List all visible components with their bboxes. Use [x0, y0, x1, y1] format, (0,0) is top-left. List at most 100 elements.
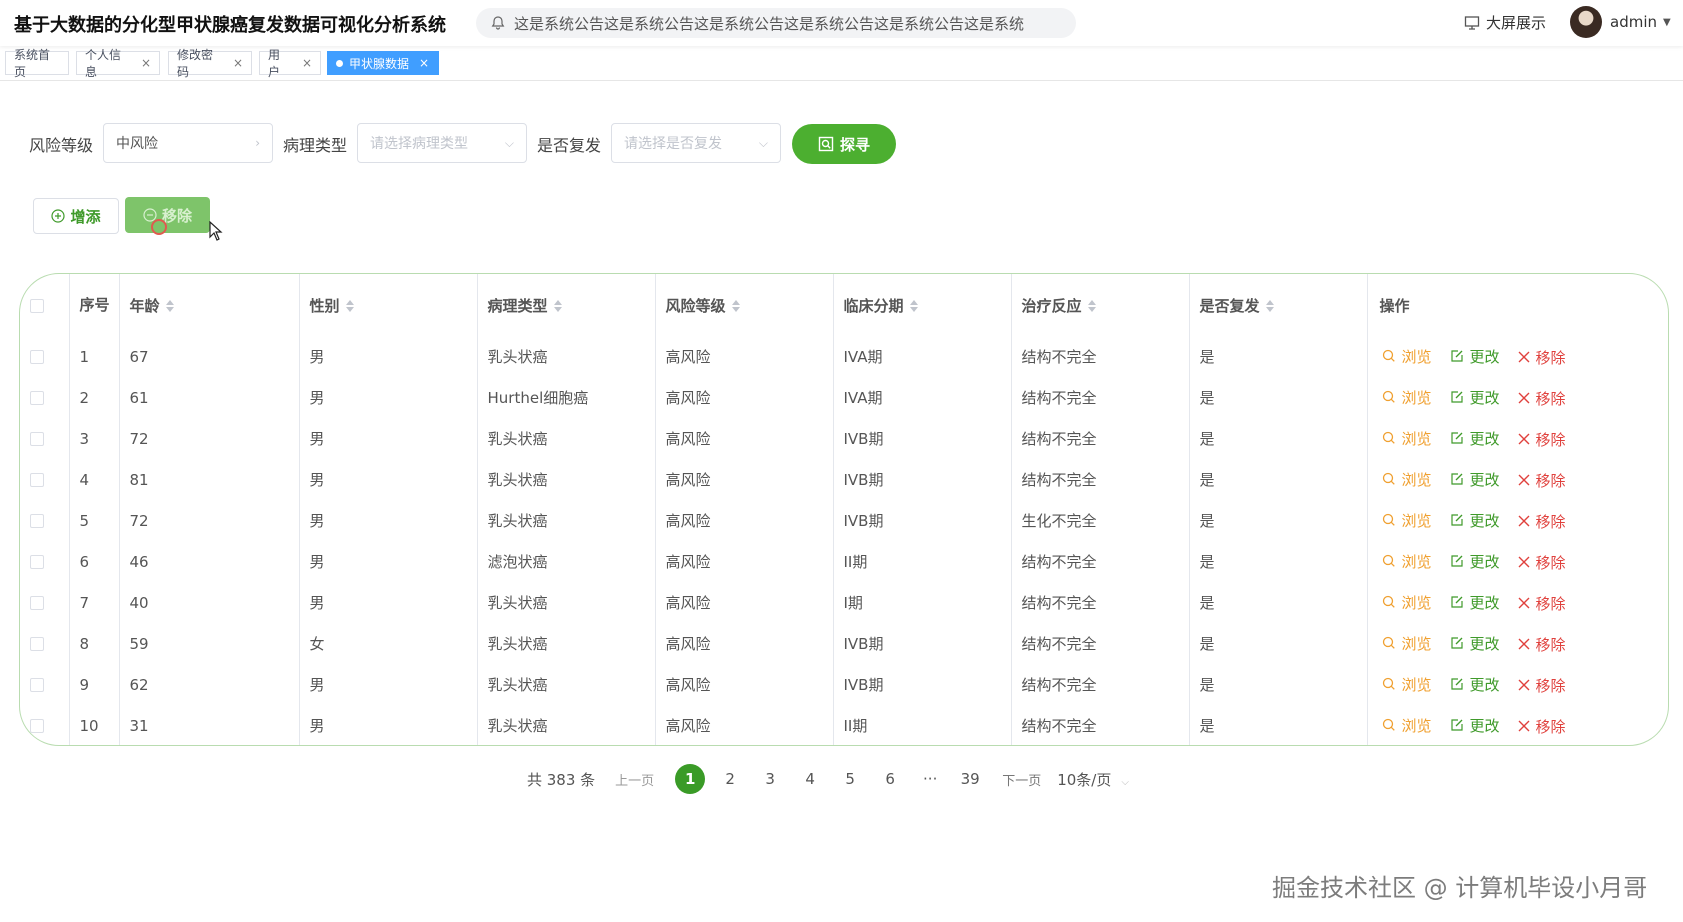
select-all-checkbox[interactable]	[30, 298, 44, 313]
page-button[interactable]: 39	[955, 764, 985, 794]
sort-icon[interactable]	[731, 300, 740, 312]
batch-delete-button[interactable]: 移除	[125, 197, 210, 233]
sort-icon[interactable]	[909, 300, 918, 312]
column-header-recurrence[interactable]: 是否复发	[1189, 274, 1368, 336]
column-header-pathology[interactable]: 病理类型	[477, 274, 656, 336]
remove-button[interactable]: 移除	[1518, 388, 1566, 409]
cell-stage: IVB期	[833, 418, 1012, 459]
close-icon	[1518, 515, 1530, 527]
close-icon	[1518, 392, 1530, 404]
remove-button[interactable]: 移除	[1518, 675, 1566, 696]
remove-button[interactable]: 移除	[1518, 347, 1566, 368]
top-header: 基于大数据的分化型甲状腺癌复发数据可视化分析系统 这是系统公告这是系统公告这是系…	[0, 0, 1683, 46]
cell-stage: IVA期	[833, 377, 1012, 418]
sort-icon[interactable]	[1087, 300, 1096, 312]
close-icon[interactable]: ×	[141, 56, 151, 70]
edit-button[interactable]: 更改	[1450, 469, 1500, 490]
tab-users[interactable]: 用户 ×	[259, 48, 321, 79]
sort-icon[interactable]	[345, 300, 354, 312]
sort-icon[interactable]	[165, 300, 174, 312]
pathology-type-select[interactable]: 请选择病理类型 ⌵	[357, 123, 527, 163]
edit-button[interactable]: 更改	[1450, 715, 1500, 736]
remove-button[interactable]: 移除	[1518, 593, 1566, 614]
page-size-select[interactable]: 10条/页 ⌵	[1057, 769, 1129, 790]
prev-page-button[interactable]: 上一页	[615, 770, 654, 789]
add-button[interactable]: 增添	[33, 198, 119, 234]
row-checkbox[interactable]	[30, 637, 44, 651]
remove-button[interactable]: 移除	[1518, 552, 1566, 573]
tab-thyroid-data[interactable]: 甲状腺数据 ×	[327, 51, 439, 75]
row-checkbox[interactable]	[30, 678, 44, 692]
close-icon[interactable]: ×	[233, 56, 243, 70]
edit-button[interactable]: 更改	[1450, 674, 1500, 695]
view-button[interactable]: 浏览	[1382, 510, 1432, 531]
column-header-response[interactable]: 治疗反应	[1011, 274, 1190, 336]
column-header-age[interactable]: 年龄	[119, 274, 300, 336]
search-button[interactable]: 探寻	[792, 124, 896, 164]
next-page-button[interactable]: 下一页	[1002, 770, 1041, 789]
column-header-risk[interactable]: 风险等级	[655, 274, 834, 336]
row-checkbox[interactable]	[30, 555, 44, 569]
edit-button[interactable]: 更改	[1450, 551, 1500, 572]
remove-button[interactable]: 移除	[1518, 470, 1566, 491]
close-icon[interactable]: ×	[302, 56, 312, 70]
page-button[interactable]: 5	[835, 764, 865, 794]
cell-stage: IVB期	[833, 664, 1012, 705]
sort-icon[interactable]	[553, 300, 562, 312]
cell-risk: 高风险	[655, 500, 834, 541]
view-button[interactable]: 浏览	[1382, 715, 1432, 736]
tab-profile[interactable]: 个人信息 ×	[76, 48, 160, 79]
cell-recurrence: 是	[1189, 377, 1368, 418]
more-pages-ellipsis[interactable]: ···	[915, 764, 945, 794]
page-button[interactable]: 6	[875, 764, 905, 794]
view-button[interactable]: 浏览	[1382, 551, 1432, 572]
edit-button[interactable]: 更改	[1450, 633, 1500, 654]
close-icon[interactable]: ×	[419, 56, 429, 70]
remove-button[interactable]: 移除	[1518, 634, 1566, 655]
view-button[interactable]: 浏览	[1382, 674, 1432, 695]
recurrence-select[interactable]: 请选择是否复发 ⌵	[611, 123, 781, 163]
row-checkbox[interactable]	[30, 473, 44, 487]
edit-button[interactable]: 更改	[1450, 428, 1500, 449]
row-checkbox[interactable]	[30, 719, 44, 733]
page-button[interactable]: 4	[795, 764, 825, 794]
page-button[interactable]: 2	[715, 764, 745, 794]
view-button[interactable]: 浏览	[1382, 387, 1432, 408]
remove-button[interactable]: 移除	[1518, 429, 1566, 450]
page-button-current[interactable]: 1	[675, 764, 706, 794]
view-button[interactable]: 浏览	[1382, 633, 1432, 654]
risk-level-select[interactable]: 中风险 ›	[103, 123, 273, 163]
sort-icon[interactable]	[1265, 300, 1274, 312]
column-header-gender[interactable]: 性别	[299, 274, 478, 336]
edit-icon	[1450, 350, 1463, 362]
view-button[interactable]: 浏览	[1382, 592, 1432, 613]
row-checkbox[interactable]	[30, 391, 44, 405]
edit-label: 更改	[1469, 511, 1500, 530]
row-checkbox[interactable]	[30, 432, 44, 446]
cell-recurrence: 是	[1189, 582, 1368, 623]
tab-home[interactable]: 系统首页	[5, 48, 69, 79]
tab-change-password[interactable]: 修改密码 ×	[168, 48, 252, 79]
cell-recurrence: 是	[1189, 664, 1368, 705]
page-button[interactable]: 3	[755, 764, 785, 794]
view-button[interactable]: 浏览	[1382, 469, 1432, 490]
close-icon	[1518, 351, 1530, 363]
cell-index: 2	[69, 377, 120, 418]
row-checkbox[interactable]	[30, 514, 44, 528]
edit-button[interactable]: 更改	[1450, 592, 1500, 613]
row-checkbox[interactable]	[30, 350, 44, 364]
row-select-cell	[20, 582, 70, 623]
edit-button[interactable]: 更改	[1450, 510, 1500, 531]
row-checkbox[interactable]	[30, 596, 44, 610]
view-button[interactable]: 浏览	[1382, 346, 1432, 367]
big-screen-link[interactable]: 大屏展示	[1464, 12, 1546, 33]
edit-button[interactable]: 更改	[1450, 387, 1500, 408]
view-button[interactable]: 浏览	[1382, 428, 1432, 449]
remove-button[interactable]: 移除	[1518, 511, 1566, 532]
cell-risk: 高风险	[655, 541, 834, 582]
recurrence-placeholder: 请选择是否复发	[624, 136, 722, 152]
remove-button[interactable]: 移除	[1518, 716, 1566, 737]
column-header-stage[interactable]: 临床分期	[833, 274, 1012, 336]
user-menu[interactable]: admin ▼	[1570, 6, 1671, 38]
edit-button[interactable]: 更改	[1450, 346, 1500, 367]
